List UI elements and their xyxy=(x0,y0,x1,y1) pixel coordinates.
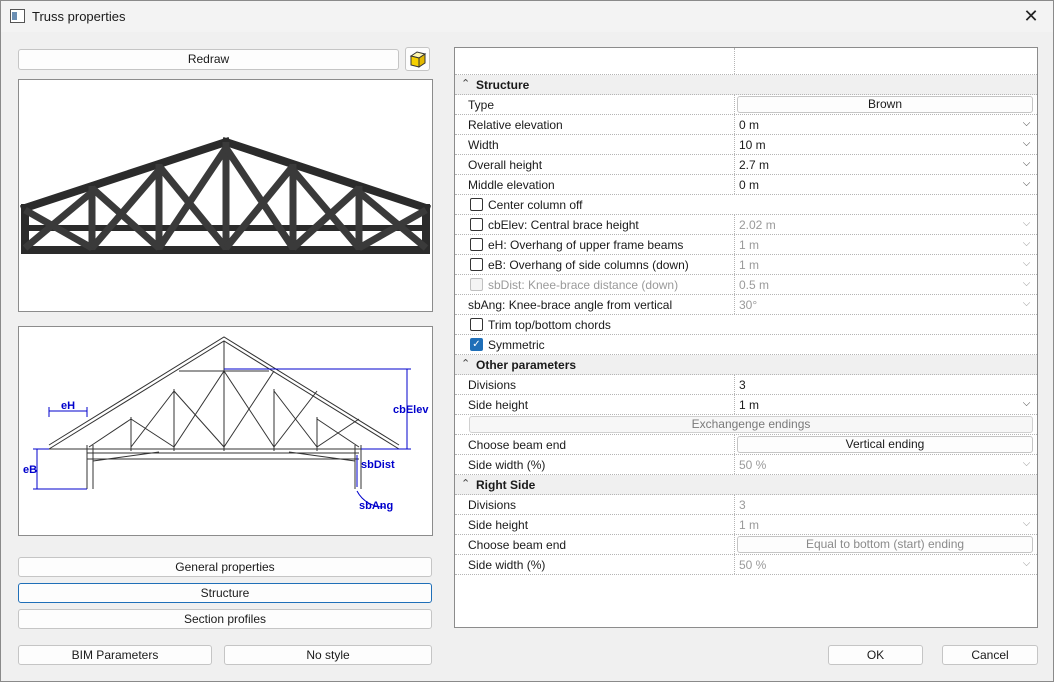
eb-checkbox[interactable] xyxy=(470,258,483,271)
choose-beam-end-button[interactable]: Vertical ending xyxy=(737,436,1033,453)
cbelev-checkbox[interactable] xyxy=(470,218,483,231)
row-right-side-width: Side width (%) 50 % ⌵ xyxy=(455,555,1037,575)
category-structure[interactable]: ⌃ Structure xyxy=(455,75,1037,95)
exchange-endings-button: Exchangenge endings xyxy=(469,416,1033,433)
chevron-down-icon: ⌵ xyxy=(1022,238,1031,249)
trim-chords-checkbox[interactable] xyxy=(470,318,483,331)
row-trim: Trim top/bottom chords xyxy=(455,315,1037,335)
side-height-value[interactable]: 1 m xyxy=(739,398,759,412)
chevron-down-icon: ⌵ xyxy=(1022,258,1031,269)
type-button[interactable]: Brown xyxy=(737,96,1033,113)
category-right-side[interactable]: ⌃ Right Side xyxy=(455,475,1037,495)
collapse-chevron-icon[interactable]: ⌃ xyxy=(461,357,470,370)
eh-checkbox[interactable] xyxy=(470,238,483,251)
row-right-side-height: Side height 1 m ⌵ xyxy=(455,515,1037,535)
row-symmetric: ✓ Symmetric xyxy=(455,335,1037,355)
eb-label: eB xyxy=(23,464,37,476)
row-center-column-off: Center column off xyxy=(455,195,1037,215)
chevron-down-icon: ⌵ xyxy=(1022,278,1031,289)
eh-label: eH xyxy=(61,400,75,412)
truss-preview xyxy=(18,79,433,312)
chevron-down-icon: ⌵ xyxy=(1022,218,1031,229)
chevron-down-icon[interactable]: ⌵ xyxy=(1019,157,1034,172)
sbdist-value: 0.5 m xyxy=(739,278,770,292)
row-sbdist: sbDist: Knee-brace distance (down) 0.5 m… xyxy=(455,275,1037,295)
sbdist-label: sbDist xyxy=(361,459,395,471)
row-right-divisions: Divisions 3 xyxy=(455,495,1037,515)
cbelev-value: 2.02 m xyxy=(739,218,776,232)
row-overall-height: Overall height 2.7 m ⌵ xyxy=(455,155,1037,175)
redraw-button[interactable]: Redraw xyxy=(18,49,399,70)
chevron-down-icon: ⌵ xyxy=(1022,458,1031,469)
no-style-button[interactable]: No style xyxy=(224,645,432,665)
schematic-drawing: eH eB cbElev sbDist sbAng xyxy=(23,336,429,512)
middle-elevation-value[interactable]: 0 m xyxy=(739,178,759,192)
cbelev-label: cbElev xyxy=(393,404,429,416)
right-side-width-value: 50 % xyxy=(739,558,767,572)
row-relative-elevation: Relative elevation 0 m ⌵ xyxy=(455,115,1037,135)
chevron-down-icon: ⌵ xyxy=(1022,558,1031,569)
ok-button[interactable]: OK xyxy=(828,645,923,665)
chevron-down-icon[interactable]: ⌵ xyxy=(1019,397,1034,412)
overall-height-value[interactable]: 2.7 m xyxy=(739,158,769,172)
section-profiles-button[interactable]: Section profiles xyxy=(18,609,432,629)
right-divisions-value: 3 xyxy=(739,498,746,512)
title-bar: Truss properties ✕ xyxy=(1,1,1053,32)
dialog-window: Truss properties ✕ Redraw eH eB cbElev s… xyxy=(0,0,1054,682)
sbang-value: 30° xyxy=(739,298,758,312)
right-side-height-value: 1 m xyxy=(739,518,760,532)
category-other-parameters[interactable]: ⌃ Other parameters xyxy=(455,355,1037,375)
row-width: Width 10 m ⌵ xyxy=(455,135,1037,155)
3d-view-cube-icon[interactable] xyxy=(405,47,430,71)
sbang-label: sbAng xyxy=(359,500,393,512)
row-right-choose-beam-end: Choose beam end Equal to bottom (start) … xyxy=(455,535,1037,555)
row-choose-beam-end: Choose beam end Vertical ending xyxy=(455,435,1037,455)
bim-parameters-button[interactable]: BIM Parameters xyxy=(18,645,212,665)
right-choose-beam-end-button: Equal to bottom (start) ending xyxy=(737,536,1033,553)
center-column-off-checkbox[interactable] xyxy=(470,198,483,211)
collapse-chevron-icon[interactable]: ⌃ xyxy=(461,477,470,490)
symmetric-checkbox[interactable]: ✓ xyxy=(470,338,483,351)
divisions-value[interactable]: 3 xyxy=(739,378,746,392)
row-middle-elevation: Middle elevation 0 m ⌵ xyxy=(455,175,1037,195)
structure-button[interactable]: Structure xyxy=(18,583,432,603)
relative-elevation-value[interactable]: 0 m xyxy=(739,118,759,132)
general-properties-button[interactable]: General properties xyxy=(18,557,432,577)
row-eh: eH: Overhang of upper frame beams 1 m ⌵ xyxy=(455,235,1037,255)
width-value[interactable]: 10 m xyxy=(739,138,766,152)
truss-schematic: eH eB cbElev sbDist sbAng xyxy=(18,326,433,536)
chevron-down-icon: ⌵ xyxy=(1022,518,1031,529)
truss-drawing xyxy=(19,136,432,254)
chevron-down-icon[interactable]: ⌵ xyxy=(1019,177,1034,192)
chevron-down-icon[interactable]: ⌵ xyxy=(1019,117,1034,132)
window-title: Truss properties xyxy=(32,9,126,24)
row-type: Type Brown xyxy=(455,95,1037,115)
cancel-button[interactable]: Cancel xyxy=(942,645,1038,665)
grid-header-row xyxy=(455,48,1037,75)
app-icon xyxy=(10,9,25,23)
row-eb: eB: Overhang of side columns (down) 1 m … xyxy=(455,255,1037,275)
chevron-down-icon: ⌵ xyxy=(1022,298,1031,309)
row-sbang: sbAng: Knee-brace angle from vertical 30… xyxy=(455,295,1037,315)
row-side-height: Side height 1 m ⌵ xyxy=(455,395,1037,415)
sbdist-checkbox xyxy=(470,278,483,291)
eb-value: 1 m xyxy=(739,258,760,272)
side-width-value: 50 % xyxy=(739,458,767,472)
row-divisions: Divisions 3 xyxy=(455,375,1037,395)
chevron-down-icon[interactable]: ⌵ xyxy=(1019,137,1034,152)
row-exchange-endings: Exchangenge endings xyxy=(455,415,1037,435)
property-grid: ⌃ Structure Type Brown Relative elevatio… xyxy=(454,47,1038,628)
collapse-chevron-icon[interactable]: ⌃ xyxy=(461,77,470,90)
row-side-width: Side width (%) 50 % ⌵ xyxy=(455,455,1037,475)
eh-value: 1 m xyxy=(739,238,760,252)
row-cbelev: cbElev: Central brace height 2.02 m ⌵ xyxy=(455,215,1037,235)
close-icon[interactable]: ✕ xyxy=(1009,1,1053,32)
